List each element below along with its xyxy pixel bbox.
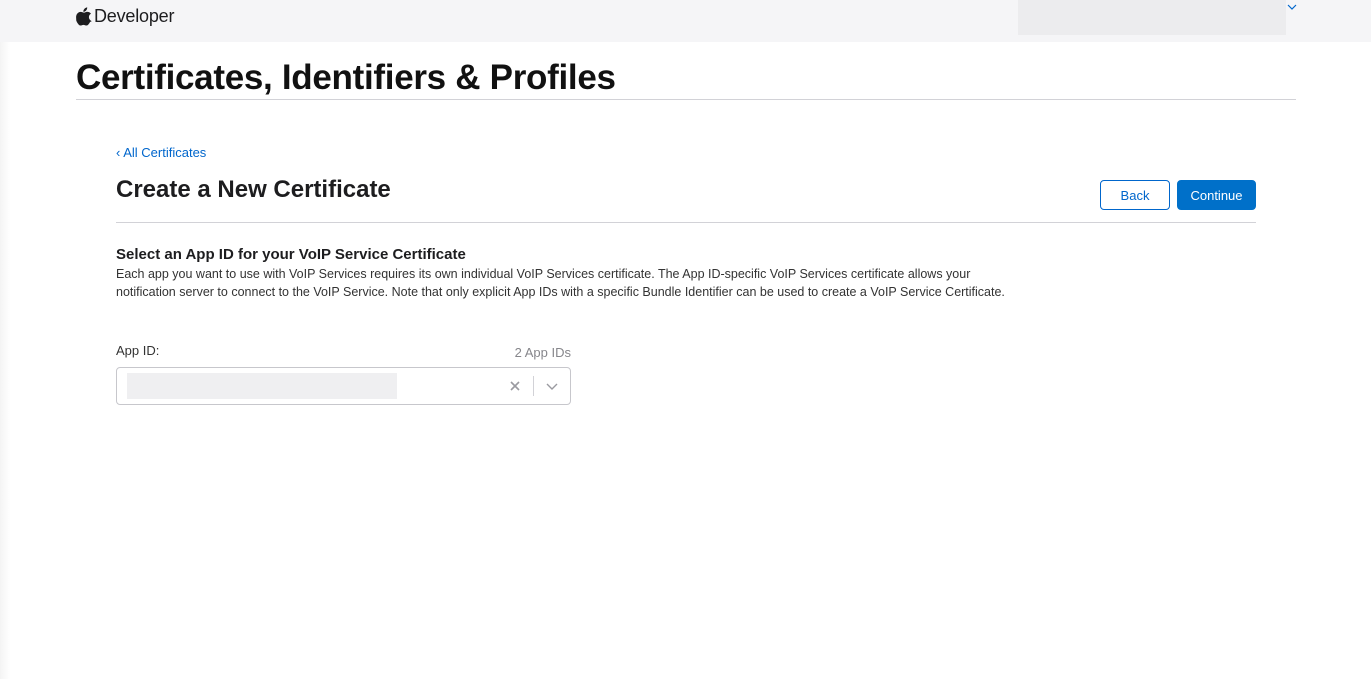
- title-divider: [116, 222, 1256, 223]
- account-menu[interactable]: [1018, 0, 1286, 35]
- section-divider: [76, 99, 1296, 100]
- chevron-down-icon[interactable]: [1286, 2, 1298, 12]
- page-edge-shadow: [0, 42, 10, 679]
- developer-home-link[interactable]: Developer: [76, 5, 174, 27]
- app-id-count: 2 App IDs: [514, 345, 571, 360]
- global-header: Developer: [0, 0, 1371, 42]
- form-heading: Select an App ID for your VoIP Service C…: [116, 246, 466, 263]
- app-id-selected-value: [127, 373, 397, 399]
- brand-name: Developer: [94, 5, 175, 26]
- close-icon[interactable]: [508, 379, 522, 393]
- section-title: Certificates, Identifiers & Profiles: [76, 58, 616, 97]
- continue-button[interactable]: Continue: [1177, 180, 1256, 210]
- apple-logo-icon: [76, 6, 92, 26]
- select-separator: [533, 376, 534, 396]
- form-description: Each app you want to use with VoIP Servi…: [116, 267, 1005, 299]
- app-id-label: App ID:: [116, 343, 160, 358]
- page-title: Create a New Certificate: [116, 176, 391, 203]
- all-certificates-link[interactable]: ‹ All Certificates: [116, 145, 206, 160]
- chevron-down-icon[interactable]: [545, 380, 559, 392]
- app-id-select[interactable]: [116, 367, 571, 405]
- back-button[interactable]: Back: [1100, 180, 1170, 210]
